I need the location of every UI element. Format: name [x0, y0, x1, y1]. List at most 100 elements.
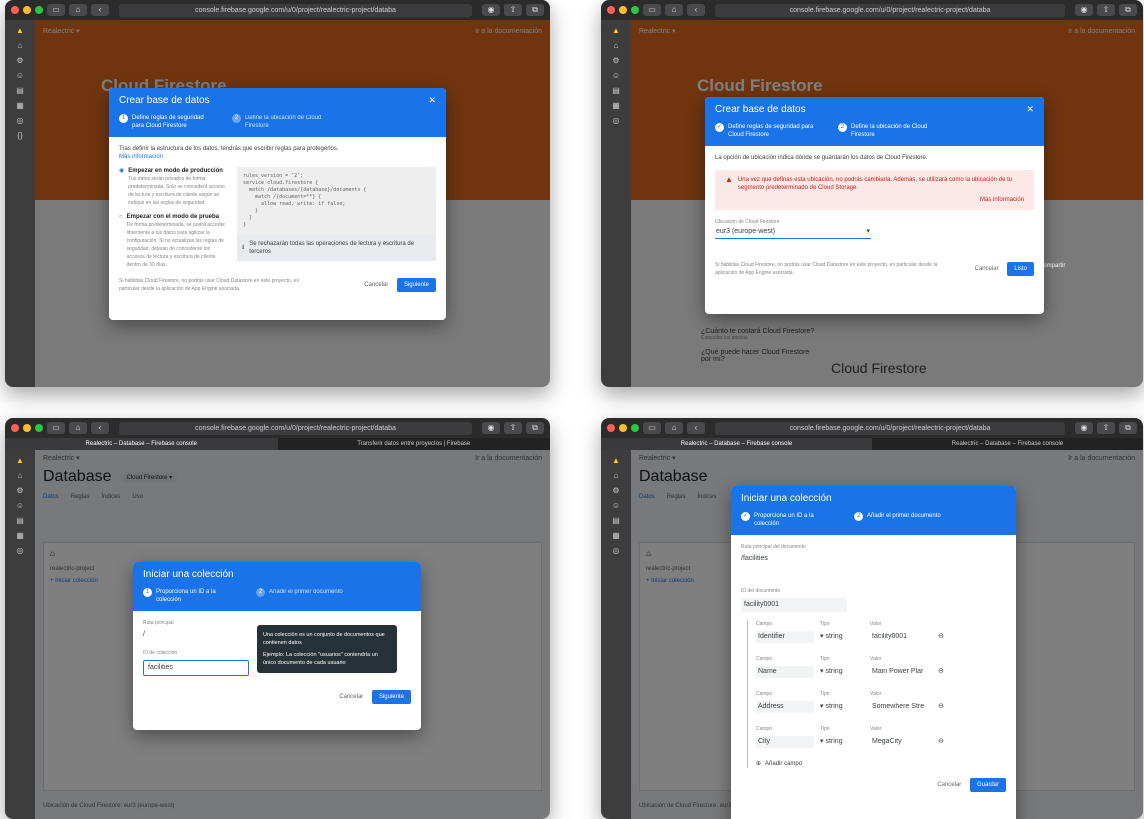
share-icon[interactable]: ⇧ [1097, 422, 1115, 434]
test-mode-option[interactable]: ○ Empezar con el modo de prueba De forma… [119, 213, 229, 269]
more-info-link[interactable]: Más información [725, 196, 1024, 204]
home-nav-icon[interactable]: ⌂ [18, 471, 23, 480]
field-name[interactable]: Identifier [756, 631, 814, 643]
shield-icon[interactable]: ◉ [1075, 4, 1093, 16]
field-value[interactable]: Somewhere Stre [872, 703, 932, 711]
home-icon[interactable]: ⌂ [665, 422, 683, 434]
home-nav-icon[interactable]: ⌂ [614, 41, 619, 50]
remove-field-icon[interactable]: ⊖ [938, 703, 944, 711]
shield-icon[interactable]: ◉ [482, 422, 500, 434]
field-value[interactable]: facility0001 [872, 633, 932, 641]
sidebar-toggle-icon[interactable]: ▭ [643, 422, 661, 434]
back-icon[interactable]: ‹ [687, 4, 705, 16]
storage-icon[interactable]: ▦ [16, 101, 24, 110]
database-icon[interactable]: ▤ [612, 86, 620, 95]
close-window-button[interactable] [607, 6, 615, 14]
users-icon[interactable]: ☺ [16, 71, 24, 80]
hosting-icon[interactable]: ◎ [613, 546, 620, 555]
address-bar[interactable]: console.firebase.google.com/u/0/project/… [119, 3, 472, 17]
share-icon[interactable]: ⇧ [1097, 4, 1115, 16]
collection-id-input[interactable]: facilities [143, 660, 249, 676]
close-window-button[interactable] [607, 424, 615, 432]
next-button[interactable]: Siguiente [371, 690, 411, 704]
tabs-icon[interactable]: ⧉ [526, 4, 544, 16]
doc-id-input[interactable]: facility0001 [741, 598, 847, 612]
storage-icon[interactable]: ▦ [612, 101, 620, 110]
shield-icon[interactable]: ◉ [482, 4, 500, 16]
radio-selected-icon[interactable]: ◉ [119, 167, 124, 175]
zoom-window-button[interactable] [631, 6, 639, 14]
close-icon[interactable]: ✕ [1026, 104, 1034, 115]
field-name[interactable]: Name [756, 666, 814, 678]
remove-field-icon[interactable]: ⊖ [938, 668, 944, 676]
add-field-button[interactable]: ⊕ Añadir campo [756, 760, 1006, 768]
home-icon[interactable]: ⌂ [69, 422, 87, 434]
field-value[interactable]: Main Power Plar [872, 668, 932, 676]
users-icon[interactable]: ☺ [612, 501, 620, 510]
field-type[interactable]: ▾ string [820, 703, 866, 711]
close-window-button[interactable] [11, 6, 19, 14]
remove-field-icon[interactable]: ⊖ [938, 633, 944, 641]
next-button[interactable]: Siguiente [396, 278, 436, 292]
field-name[interactable]: City [756, 736, 814, 748]
cancel-button[interactable]: Cancelar [930, 778, 968, 792]
back-icon[interactable]: ‹ [687, 422, 705, 434]
cancel-button[interactable]: Cancelar [332, 690, 370, 704]
remove-field-icon[interactable]: ⊖ [938, 738, 944, 746]
settings-icon[interactable]: ⚙ [612, 56, 619, 65]
users-icon[interactable]: ☺ [612, 71, 620, 80]
save-button[interactable]: Guardar [969, 778, 1006, 792]
zoom-window-button[interactable] [631, 424, 639, 432]
storage-icon[interactable]: ▦ [612, 531, 620, 540]
close-icon[interactable]: ✕ [428, 95, 436, 106]
browser-tab-database-2[interactable]: Realectric – Database – Firebase console [872, 438, 1143, 450]
share-icon[interactable]: ⇧ [504, 422, 522, 434]
radio-unselected-icon[interactable]: ○ [119, 213, 123, 221]
database-icon[interactable]: ▤ [16, 86, 24, 95]
minimize-window-button[interactable] [23, 6, 31, 14]
tabs-icon[interactable]: ⧉ [1119, 422, 1137, 434]
minimize-window-button[interactable] [619, 424, 627, 432]
done-button[interactable]: Listo [1007, 262, 1034, 276]
field-value[interactable]: MegaCity [872, 738, 932, 746]
storage-icon[interactable]: ▦ [16, 531, 24, 540]
field-type[interactable]: ▾ string [820, 668, 866, 676]
address-bar[interactable]: console.firebase.google.com/u/0/project/… [715, 421, 1065, 435]
field-name[interactable]: Address [756, 701, 814, 713]
back-icon[interactable]: ‹ [91, 422, 109, 434]
home-nav-icon[interactable]: ⌂ [614, 471, 619, 480]
zoom-window-button[interactable] [35, 6, 43, 14]
browser-tab-database[interactable]: Realectric – Database – Firebase console [5, 438, 278, 450]
settings-icon[interactable]: ⚙ [612, 486, 619, 495]
minimize-window-button[interactable] [23, 424, 31, 432]
hosting-icon[interactable]: ◎ [17, 116, 24, 125]
functions-icon[interactable]: {} [17, 131, 22, 140]
production-mode-option[interactable]: ◉ Empezar en modo de producción Tus dato… [119, 167, 229, 207]
tabs-icon[interactable]: ⧉ [1119, 4, 1137, 16]
minimize-window-button[interactable] [619, 6, 627, 14]
share-icon[interactable]: ⇧ [504, 4, 522, 16]
home-icon[interactable]: ⌂ [69, 4, 87, 16]
address-bar[interactable]: console.firebase.google.com/u/0/project/… [119, 421, 472, 435]
database-icon[interactable]: ▤ [16, 516, 24, 525]
shield-icon[interactable]: ◉ [1075, 422, 1093, 434]
hosting-icon[interactable]: ◎ [613, 116, 620, 125]
home-nav-icon[interactable]: ⌂ [18, 41, 23, 50]
home-icon[interactable]: ⌂ [665, 4, 683, 16]
settings-icon[interactable]: ⚙ [16, 56, 23, 65]
location-select[interactable]: eur3 (europe-west) ▾ [715, 226, 871, 239]
close-window-button[interactable] [11, 424, 19, 432]
browser-tab-database[interactable]: Realectric – Database – Firebase console [601, 438, 872, 450]
zoom-window-button[interactable] [35, 424, 43, 432]
users-icon[interactable]: ☺ [16, 501, 24, 510]
field-type[interactable]: ▾ string [820, 633, 866, 641]
more-info-link[interactable]: Más información [119, 153, 436, 161]
database-icon[interactable]: ▤ [612, 516, 620, 525]
field-type[interactable]: ▾ string [820, 738, 866, 746]
sidebar-toggle-icon[interactable]: ▭ [643, 4, 661, 16]
back-icon[interactable]: ‹ [91, 4, 109, 16]
cancel-button[interactable]: Cancelar [357, 278, 395, 292]
settings-icon[interactable]: ⚙ [16, 486, 23, 495]
cancel-button[interactable]: Cancelar [968, 262, 1006, 276]
browser-tab-transfer[interactable]: Transferir datos entre proyectos | Fireb… [278, 438, 551, 450]
